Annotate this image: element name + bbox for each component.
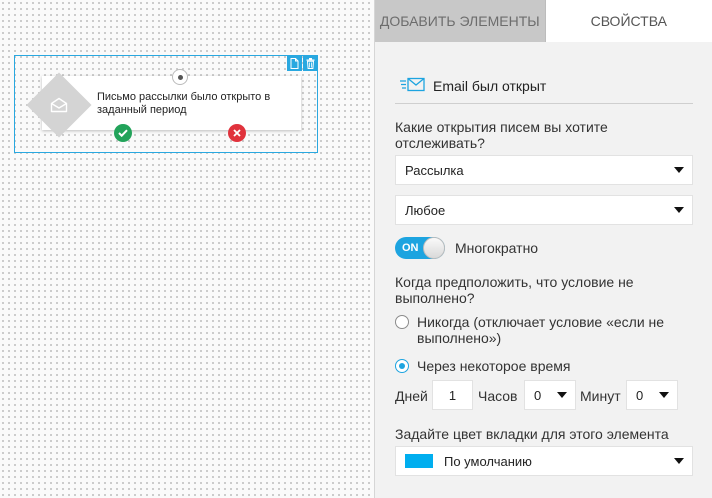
node-no-port[interactable] — [228, 124, 246, 142]
hours-label: Часов — [478, 388, 518, 404]
toggle-state-label: ON — [402, 242, 419, 254]
copy-node-button[interactable] — [287, 55, 302, 71]
cross-icon — [233, 129, 241, 137]
port-dot-icon — [177, 74, 183, 80]
chevron-down-icon — [557, 392, 567, 398]
node-toolbar — [286, 55, 318, 71]
tab-color-select[interactable]: По умолчанию — [395, 446, 693, 476]
element-header: Email был открыт — [395, 66, 693, 104]
hours-value: 0 — [534, 387, 542, 403]
node-input-port[interactable] — [172, 69, 188, 85]
trash-icon — [306, 57, 315, 69]
email-sent-icon — [400, 77, 425, 92]
opens-question-label: Какие открытия писем вы хотите отслежива… — [395, 119, 608, 151]
workflow-canvas[interactable]: Письмо рассылки было открыто в заданный … — [0, 0, 374, 498]
delete-node-button[interactable] — [303, 55, 318, 71]
days-label: Дней — [395, 388, 428, 404]
opens-type-select[interactable]: Рассылка — [395, 155, 693, 185]
check-icon — [118, 129, 128, 137]
properties-content: Email был открыт Какие открытия писем вы… — [374, 0, 712, 498]
radio-after-time[interactable] — [395, 359, 409, 373]
radio-never[interactable] — [395, 315, 409, 329]
opens-scope-select[interactable]: Любое — [395, 195, 693, 225]
opens-type-value: Рассылка — [405, 162, 464, 178]
opens-scope-value: Любое — [405, 202, 446, 218]
option-never-label: Никогда (отключает условие «если не выпо… — [417, 314, 665, 346]
days-input[interactable]: 1 — [432, 380, 473, 410]
tab-color-value: По умолчанию — [444, 453, 532, 469]
node-yes-port[interactable] — [114, 124, 132, 142]
repeat-label: Многократно — [455, 240, 539, 256]
open-envelope-icon — [46, 92, 72, 118]
document-icon — [290, 57, 299, 69]
chevron-down-icon — [674, 207, 684, 213]
chevron-down-icon — [674, 458, 684, 464]
node-description: Письмо рассылки было открыто в заданный … — [97, 91, 271, 116]
color-swatch — [405, 454, 433, 468]
option-after-time-label: Через некоторое время — [417, 358, 571, 374]
minutes-select[interactable]: 0 — [626, 380, 678, 410]
chevron-down-icon — [674, 167, 684, 173]
minutes-label: Минут — [580, 388, 621, 404]
tab-color-label: Задайте цвет вкладки для этого элемента — [395, 426, 669, 442]
element-title: Email был открыт — [433, 78, 547, 94]
unfulfilled-question-label: Когда предположить, что условие не выпол… — [395, 274, 634, 306]
toggle-knob — [423, 237, 445, 259]
hours-select[interactable]: 0 — [524, 380, 576, 410]
minutes-value: 0 — [636, 387, 644, 403]
chevron-down-icon — [659, 392, 669, 398]
repeat-toggle[interactable]: ON — [395, 237, 445, 259]
